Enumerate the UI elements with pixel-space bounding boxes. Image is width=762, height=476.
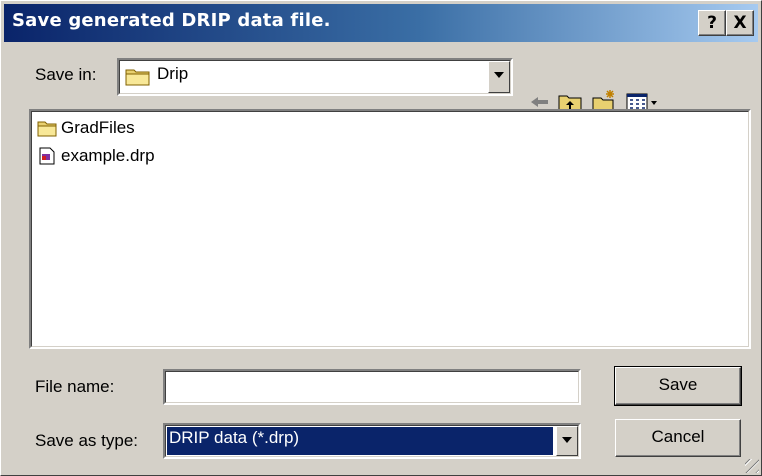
save-in-label: Save in: bbox=[35, 65, 97, 84]
save-as-type-label: Save as type: bbox=[35, 431, 139, 450]
save-dialog: Save generated DRIP data file. ? X Save … bbox=[0, 0, 762, 476]
window-title: Save generated DRIP data file. bbox=[12, 10, 331, 31]
list-item-gradfiles[interactable]: GradFiles bbox=[37, 115, 135, 141]
drp-file-icon bbox=[39, 147, 55, 165]
save-as-type-value: DRIP data (*.drp) bbox=[169, 428, 300, 447]
folder-icon bbox=[125, 69, 150, 86]
help-button[interactable]: ? bbox=[698, 10, 726, 36]
title-bar[interactable]: Save generated DRIP data file. ? X bbox=[4, 4, 758, 42]
list-item-label: GradFiles bbox=[61, 118, 135, 137]
save-in-value: Drip bbox=[157, 64, 189, 83]
file-name-field[interactable] bbox=[163, 369, 581, 405]
folder-icon bbox=[37, 121, 57, 137]
list-item-label: example.drp bbox=[61, 146, 155, 165]
list-item-example-drp[interactable]: example.drp bbox=[37, 143, 155, 169]
save-button[interactable]: Save bbox=[614, 366, 742, 406]
save-as-type-combo[interactable]: DRIP data (*.drp) bbox=[163, 423, 581, 459]
file-name-label: File name: bbox=[35, 377, 115, 396]
file-list[interactable]: GradFiles example.drp bbox=[29, 109, 751, 349]
close-button[interactable]: X bbox=[726, 10, 754, 36]
save-as-type-dropdown-button[interactable] bbox=[556, 426, 578, 456]
resize-grip[interactable] bbox=[745, 459, 759, 473]
save-in-dropdown-button[interactable] bbox=[488, 61, 510, 93]
save-in-combo[interactable]: Drip bbox=[117, 58, 513, 96]
cancel-button[interactable]: Cancel bbox=[615, 419, 741, 457]
